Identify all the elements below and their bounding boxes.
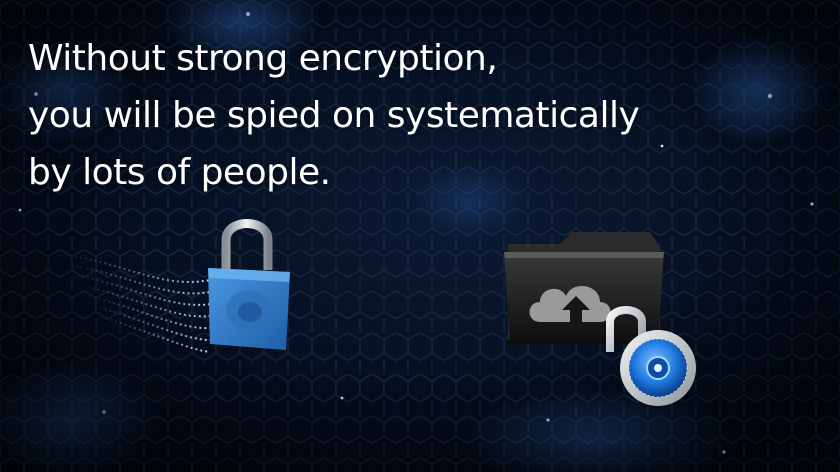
headline: Without strong encryption, you will be s… xyxy=(28,30,748,201)
slide: Without strong encryption, you will be s… xyxy=(0,0,840,472)
binary-stream-icon xyxy=(60,254,211,353)
headline-line-1: Without strong encryption, xyxy=(28,38,498,79)
headline-line-3: by lots of people. xyxy=(28,152,331,193)
headline-line-2: you will be spied on systematically xyxy=(28,95,640,136)
padlock-icon xyxy=(208,219,290,350)
padlock-illustration xyxy=(60,219,290,353)
folder-illustration xyxy=(504,232,696,406)
